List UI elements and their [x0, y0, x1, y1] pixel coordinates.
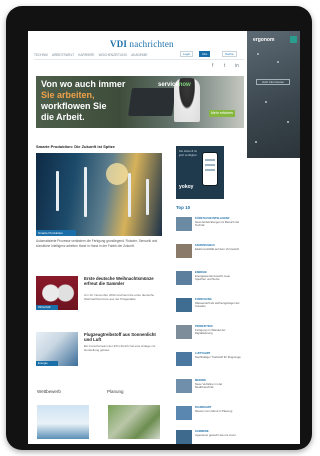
- top10-thumbnail: [176, 352, 192, 366]
- phone-ui-bar: [205, 164, 215, 166]
- top10-title: Ingenieure gesucht wie nie zuvor: [195, 433, 236, 437]
- top10-thumbnail: [176, 271, 192, 285]
- top10-item[interactable]: Künstliche Intelligenz Neue Entwicklunge…: [176, 217, 242, 233]
- side-banner-ad[interactable]: ergonom Jetzt informieren: [247, 31, 300, 158]
- side-banner-logo-icon: [290, 36, 297, 43]
- ad-laptop-image: [128, 88, 176, 116]
- top10-thumbnail: [176, 298, 192, 312]
- top10-item[interactable]: Energie Energiewende braucht neue Speich…: [176, 271, 242, 287]
- login-button[interactable]: Login: [180, 51, 194, 57]
- phone-ui-bar: [205, 169, 215, 171]
- ad-brand-logo: servicenow: [158, 82, 191, 88]
- nav-item[interactable]: Wochenzeitung: [99, 53, 128, 57]
- top10-title: Fertigung im Wandel der Digitalisierung: [195, 328, 226, 336]
- section-title[interactable]: Smarte Produktion: Die Zukunft ist Spitz…: [36, 144, 115, 149]
- hero-teaser-text: Automatisierte Prozesse verändern die Fe…: [36, 239, 158, 248]
- top10-thumbnail: [176, 325, 192, 339]
- search-button[interactable]: Suche: [222, 51, 237, 57]
- article-title[interactable]: Erste deutsche Weihnachtsmünze erfreut d…: [84, 276, 162, 286]
- logo-nachrichten: nachrichten: [127, 39, 174, 49]
- top10-item[interactable]: Fahrzeugbau Elektromobilität auf dem Vor…: [176, 244, 242, 260]
- ad-headline-1: Von wo auch immer: [41, 79, 126, 89]
- top10-item[interactable]: Produktion Fertigung im Wandel der Digit…: [176, 325, 242, 341]
- phone-mockup: [202, 152, 218, 186]
- site-logo[interactable]: VDI nachrichten: [110, 39, 174, 49]
- nav-item[interactable]: Technik: [34, 53, 48, 57]
- ad-brand-part2: now: [178, 82, 191, 88]
- nav-item[interactable]: Akademie: [131, 53, 147, 57]
- top10-title: Wasserstoff als Hoffnungsträger der Indu…: [195, 301, 240, 309]
- top10-title: Nachhaltiger Treibstoff für Flugzeuge: [195, 355, 241, 359]
- hero-caption: Smarte Produktion: [36, 230, 76, 236]
- top10-thumbnail: [176, 244, 192, 258]
- top10-thumbnail: [176, 379, 192, 393]
- twitter-icon[interactable]: t: [224, 63, 225, 69]
- top10-thumbnail: [176, 217, 192, 231]
- top10-title: Neue Entwicklungen im Bereich der Techni…: [195, 220, 240, 228]
- app-ad-brand: yokoy: [179, 184, 194, 190]
- top10-item[interactable]: Forschung Wasserstoff als Hoffnungsträge…: [176, 298, 242, 314]
- top10-thumbnail: [176, 406, 192, 420]
- ad-headline-3: workflowen Sie: [41, 101, 107, 111]
- robot-arm: [146, 179, 149, 215]
- top10-thumbnail: [176, 430, 192, 444]
- logo-vdi: VDI: [110, 39, 128, 49]
- top10-item[interactable]: Luftfahrt Nachhaltiger Treibstoff für Fl…: [176, 352, 242, 368]
- bottom-image-plane[interactable]: [37, 405, 89, 439]
- app-ad-text: Die Zukunft ist jetzt verfügbar: [179, 149, 197, 157]
- tablet-frame: ergonom Jetzt informieren VDI nachrichte…: [6, 6, 312, 450]
- article-teaser: Ein Forscherteam der ETH Zürich hat eine…: [84, 344, 156, 352]
- bottom-image-aerial[interactable]: [108, 405, 160, 439]
- app-ad[interactable]: Die Zukunft ist jetzt verfügbar yokoy: [176, 146, 224, 199]
- header-divider: [34, 59, 244, 60]
- nav-item[interactable]: Arbeitswelt: [52, 53, 74, 57]
- robot-arm: [128, 173, 131, 217]
- robot-arm: [84, 167, 87, 217]
- robot-arm: [56, 171, 59, 211]
- section-label-planung[interactable]: Planung: [107, 389, 124, 394]
- ad-brand-part1: service: [158, 82, 179, 88]
- main-nav: Technik Arbeitswelt Karriere Wochenzeitu…: [34, 53, 148, 57]
- network-dot: [265, 101, 267, 103]
- article-badge: Energie: [36, 361, 58, 366]
- hero-image[interactable]: Smarte Produktion: [36, 153, 162, 236]
- abo-button[interactable]: Abo: [199, 51, 211, 57]
- facebook-icon[interactable]: f: [212, 63, 213, 69]
- network-dot: [257, 53, 259, 55]
- side-banner-cta[interactable]: Jetzt informieren: [256, 79, 290, 85]
- network-dot: [287, 121, 289, 123]
- phone-ui-bar: [205, 159, 215, 161]
- top10-title: Elektromobilität auf dem Vormarsch: [195, 247, 240, 251]
- article-badge: Wirtschaft: [36, 305, 58, 310]
- article-title[interactable]: Flugzeugtreibstoff aus Sonnenlicht und L…: [84, 332, 162, 342]
- network-dot: [277, 61, 279, 63]
- article-teaser: Am 10. November 2022 erscheint die erste…: [84, 293, 155, 301]
- top10-item[interactable]: Raumfahrt Mission zum Mond in Planung: [176, 406, 242, 422]
- ad-headline-2: Sie arbeiten,: [41, 90, 95, 100]
- top10-item[interactable]: Medizin Neue Verfahren in der Medizintec…: [176, 379, 242, 395]
- ad-headline-4: die Arbeit.: [41, 112, 85, 122]
- linkedin-icon[interactable]: in: [235, 63, 239, 69]
- servicenow-ad-banner[interactable]: Von wo auch immer Sie arbeiten, workflow…: [36, 76, 244, 128]
- nav-item[interactable]: Karriere: [78, 53, 94, 57]
- light-glow: [106, 163, 128, 185]
- browser-screen: ergonom Jetzt informieren VDI nachrichte…: [28, 31, 300, 444]
- side-banner-brand: ergonom: [253, 37, 275, 43]
- section-label-wettbewerb[interactable]: Wettbewerb: [37, 389, 61, 394]
- network-dot: [255, 141, 257, 143]
- top10-title: Energiewende braucht neue Speicher und N…: [195, 274, 230, 282]
- top10-title: Mission zum Mond in Planung: [195, 409, 233, 413]
- top10-title: Neue Verfahren in der Medizintechnik: [195, 382, 223, 390]
- top10-item[interactable]: Karriere Ingenieure gesucht wie nie zuvo…: [176, 430, 242, 444]
- ad-cta-button[interactable]: Mehr erfahren: [209, 110, 235, 117]
- top10-heading: Top 10: [176, 205, 191, 210]
